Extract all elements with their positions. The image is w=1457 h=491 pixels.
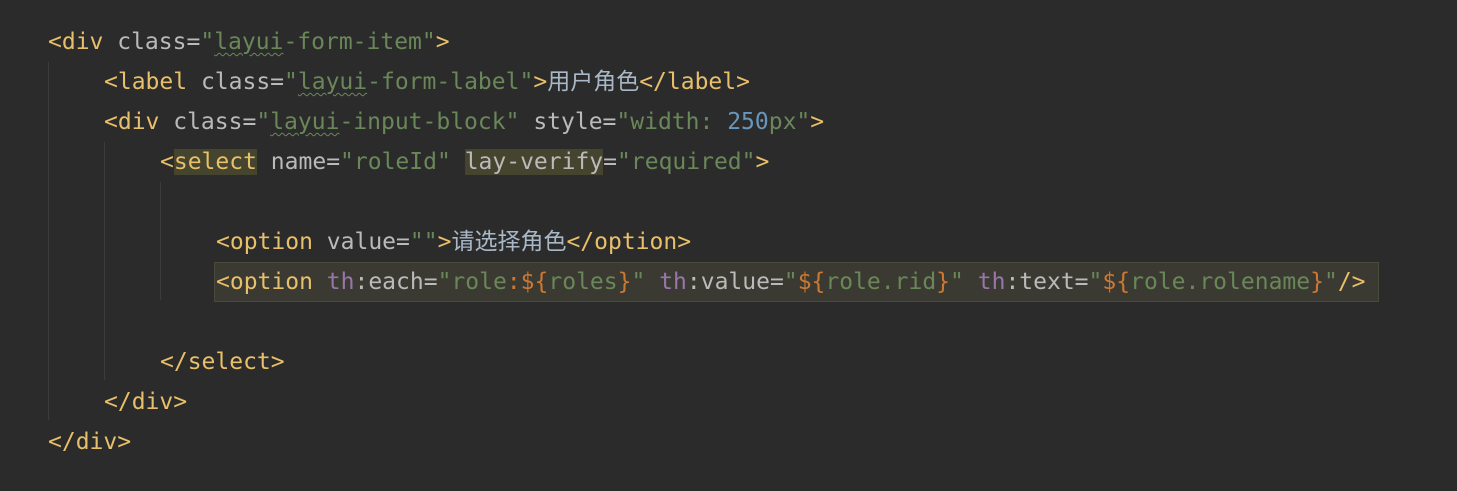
expression-delimiter: ${ [797,269,826,295]
number: 250 [727,109,769,135]
string: "" [409,229,438,255]
expression-body: roles [548,269,618,295]
string-quote: " [950,269,964,295]
spellcheck-word: layui [297,69,368,95]
namespace: th [645,269,687,295]
label-text: 用户角色 [547,69,640,95]
attribute-highlight: lay-verify [464,149,604,175]
string: "roleId" [340,149,451,175]
code-editor[interactable]: <div class="layui-form-item"> <label cla… [0,0,1457,491]
tag-open: <div [48,29,104,55]
namespace: th [312,269,355,295]
spellcheck-word: layui [270,109,340,135]
code-line-4[interactable]: <select name="roleId" lay-verify="requir… [160,142,769,182]
string-quote: " [1088,269,1103,295]
string-quote: " [421,29,436,55]
spellcheck-word: layui [214,29,284,55]
tag-close: > [755,149,770,175]
string-quote: " [631,269,646,295]
attribute: :text= [1005,269,1089,295]
tag-close: > [810,109,825,135]
indent-guide [104,142,105,380]
code-line-1[interactable]: <div class="layui-form-item"> [48,22,450,62]
namespace: th [963,269,1006,295]
tag-bracket: < [160,149,174,175]
attribute: class= [103,29,201,55]
tag-close: /> [1337,269,1366,295]
string-quote: " [505,109,520,135]
string-quote: " [1323,269,1338,295]
string-quote: " [519,69,534,95]
tag-open: <div [104,109,160,135]
tag-open: <label [104,69,188,95]
expression-delimiter: } [617,269,632,295]
attribute: = [603,149,618,175]
indent-guide [48,62,49,420]
tag-end: </option> [566,229,692,255]
attribute: :each= [354,269,438,295]
expression-delimiter: :${ [506,269,549,295]
expression-delimiter: } [1310,269,1324,295]
string-quote: " [200,29,215,55]
string: -form-label [367,69,520,95]
tag-close: > [437,229,452,255]
string: -input-block [339,109,506,135]
code-line-10[interactable]: </div> [104,382,187,422]
tag-open: <option [216,229,313,255]
string: "role [437,269,507,295]
attribute: name= [256,149,341,175]
attribute: :value= [686,269,784,295]
tag-open: <option [216,269,313,295]
expression-body: role.rolename [1130,269,1311,295]
string: "width: [616,109,728,135]
indent-guide [160,182,161,300]
tag-close: > [533,69,548,95]
expression-body: role.rid [825,269,937,295]
tag-end: </select> [160,349,285,375]
expression-delimiter: } [936,269,951,295]
string: "required" [617,149,756,175]
code-line-9[interactable]: </select> [160,342,285,382]
string: -form-item [283,29,422,55]
code-line-3[interactable]: <div class="layui-input-block" style="wi… [104,102,824,142]
string: px" [768,109,811,135]
tag-end: </div> [104,389,188,415]
string-quote: " [284,69,298,95]
expression-delimiter: ${ [1102,269,1131,295]
tag-end: </label> [639,69,750,95]
option-text: 请选择角色 [451,229,567,255]
tag-close: > [435,29,450,55]
code-line-11[interactable]: </div> [48,422,131,462]
code-line-2[interactable]: <label class="layui-form-label">用户角色</la… [104,62,750,102]
attribute: class= [159,109,257,135]
attribute: class= [187,69,285,95]
code-line-7[interactable]: <option th:each="role:${roles}" th:value… [216,262,1366,302]
attribute: style= [519,109,617,135]
tag-end: </div> [48,429,132,455]
attribute: value= [312,229,410,255]
code-line-6[interactable]: <option value="">请选择角色</option> [216,222,691,262]
tag-name-highlight: select [173,149,257,175]
string-quote: " [256,109,271,135]
string-quote: " [783,269,798,295]
